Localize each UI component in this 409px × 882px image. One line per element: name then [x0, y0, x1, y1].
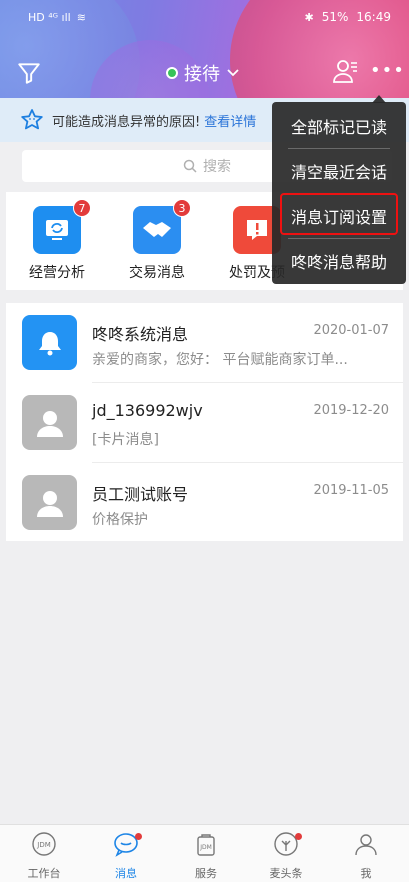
- quick-action-business-analysis[interactable]: 7 经营分析: [12, 199, 102, 282]
- list-item[interactable]: 咚咚系统消息 2020-01-07 亲爱的商家，您好： 平台赋能商家订单...: [6, 303, 403, 383]
- notification-dot: [135, 833, 142, 840]
- search-icon: [183, 159, 197, 173]
- message-preview: 价格保护: [92, 512, 148, 528]
- service-bag-icon: JDM: [197, 834, 215, 856]
- more-icon[interactable]: •••: [370, 58, 404, 84]
- unread-badge: 3: [173, 199, 191, 217]
- message-title: 员工测试账号: [92, 485, 189, 504]
- tab-workbench[interactable]: JDM 工作台: [14, 831, 74, 881]
- quick-action-label: 经营分析: [29, 265, 85, 281]
- signal-icon: HD ⁴ᴳ ıll: [28, 10, 71, 24]
- tab-label: 麦头条: [269, 867, 303, 880]
- status-bar: HD ⁴ᴳ ıll ≋ ✱ 51% 16:49: [0, 0, 409, 34]
- header: HD ⁴ᴳ ıll ≋ ✱ 51% 16:49 接待 •••: [0, 0, 409, 98]
- message-title: jd_136992wjv: [92, 401, 203, 420]
- message-list: 咚咚系统消息 2020-01-07 亲爱的商家，您好： 平台赋能商家订单... …: [6, 303, 403, 541]
- alert-icon: [247, 220, 267, 240]
- chevron-down-icon: [227, 69, 239, 77]
- avatar: [22, 475, 77, 530]
- bottom-tab-bar: JDM 工作台 消息 JDM 服务 麦头条 我: [0, 824, 409, 882]
- bluetooth-icon: ✱: [304, 10, 314, 24]
- message-preview: [卡片消息]: [92, 432, 159, 448]
- message-date: 2020-01-07: [313, 323, 389, 338]
- message-title: 咚咚系统消息: [92, 325, 189, 344]
- search-placeholder: 搜索: [203, 159, 231, 175]
- clock: 16:49: [356, 10, 391, 24]
- reception-status-label: 接待: [184, 64, 220, 85]
- svg-text:JDM: JDM: [36, 841, 51, 849]
- tab-label: 我: [360, 867, 372, 880]
- avatar: [22, 315, 77, 370]
- svg-text:JDM: JDM: [199, 844, 212, 851]
- tab-label: 服务: [195, 867, 217, 880]
- notification-dot: [295, 833, 302, 840]
- highlight-box: [280, 193, 398, 235]
- menu-item-help[interactable]: 咚咚消息帮助: [272, 239, 406, 283]
- quick-action-trade-messages[interactable]: 3 交易消息: [112, 199, 202, 282]
- tab-headlines[interactable]: 麦头条: [256, 831, 316, 881]
- star-smile-icon: [21, 109, 43, 130]
- bell-icon: [38, 331, 61, 355]
- quick-action-label: 交易消息: [129, 265, 185, 281]
- wifi-icon: ≋: [76, 10, 86, 24]
- online-status-icon: [166, 67, 178, 79]
- list-item[interactable]: 员工测试账号 2019-11-05 价格保护: [6, 463, 403, 543]
- filter-icon[interactable]: [16, 60, 42, 86]
- handshake-icon: [143, 222, 171, 237]
- refresh-screen-icon: [46, 220, 68, 240]
- list-item[interactable]: jd_136992wjv 2019-12-20 [卡片消息]: [6, 383, 403, 463]
- user-icon: [36, 410, 63, 437]
- message-date: 2019-12-20: [313, 403, 389, 418]
- tab-label: 工作台: [27, 867, 61, 880]
- notice-text: 可能造成消息异常的原因!: [52, 114, 201, 130]
- avatar: [22, 395, 77, 450]
- tab-service[interactable]: JDM 服务: [176, 831, 236, 881]
- notice-details-link[interactable]: 查看详情: [204, 111, 256, 130]
- tab-messages[interactable]: 消息: [96, 831, 156, 881]
- message-preview: 亲爱的商家，您好： 平台赋能商家订单...: [92, 352, 348, 368]
- reception-status-dropdown[interactable]: 接待: [166, 60, 240, 86]
- jdm-workbench-icon: JDM: [32, 832, 56, 856]
- menu-item-mark-all-read[interactable]: 全部标记已读: [272, 104, 406, 148]
- user-icon: [36, 490, 63, 517]
- profile-icon: [355, 834, 377, 856]
- tab-label: 消息: [115, 867, 137, 880]
- tab-me[interactable]: 我: [336, 831, 396, 881]
- contacts-icon[interactable]: [332, 58, 358, 84]
- menu-item-clear-recent[interactable]: 清空最近会话: [272, 149, 406, 193]
- battery-level: 51%: [321, 10, 349, 24]
- message-date: 2019-11-05: [313, 483, 389, 498]
- unread-badge: 7: [73, 199, 91, 217]
